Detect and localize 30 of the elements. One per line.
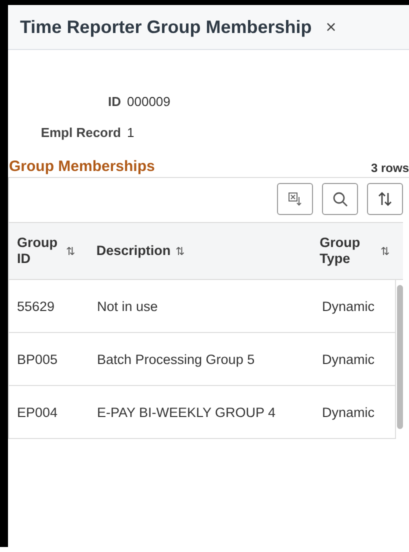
field-label: ID [107,94,121,109]
sort-arrows[interactable]: ⇅ [380,244,390,258]
table-cell-text: Dynamic [321,404,375,420]
export-button[interactable] [277,183,313,215]
section-title: Group Memberships [8,158,155,175]
row-count: 3 rows [370,161,409,175]
search-button[interactable] [322,183,358,215]
field-value: 1 [127,125,134,140]
sort-icon [377,191,393,207]
column-header[interactable]: Group ID [17,235,61,267]
table-cell-text: Dynamic [321,298,375,314]
field-label: Empl Record [40,125,121,140]
table-cell-text: EP004 [16,404,59,420]
search-icon [332,191,348,207]
table-cell-text: Dynamic [321,352,375,366]
sort-arrows[interactable]: ⇅ [176,244,185,258]
table-cell-text: BP005 [16,352,59,366]
sort-button[interactable] [367,183,403,215]
table-cell-text: 55629 [16,298,56,314]
table-cell-text: Not in use [97,298,159,314]
table-cell-text: Batch Processing Group 5 [97,352,256,366]
spreadsheet-download-icon [288,192,302,206]
window-title: Time Reporter Group Membership [20,16,312,38]
column-header[interactable]: Group Type [320,235,376,267]
field-value: 000009 [127,94,170,109]
scrollbar[interactable] [397,285,403,429]
close-button[interactable]: × [322,16,340,38]
sort-arrows[interactable]: ⇅ [66,244,75,258]
table-cell-text: E-PAY BI-WEEKLY GROUP 4 [97,404,277,420]
column-header[interactable]: Description [96,243,171,259]
